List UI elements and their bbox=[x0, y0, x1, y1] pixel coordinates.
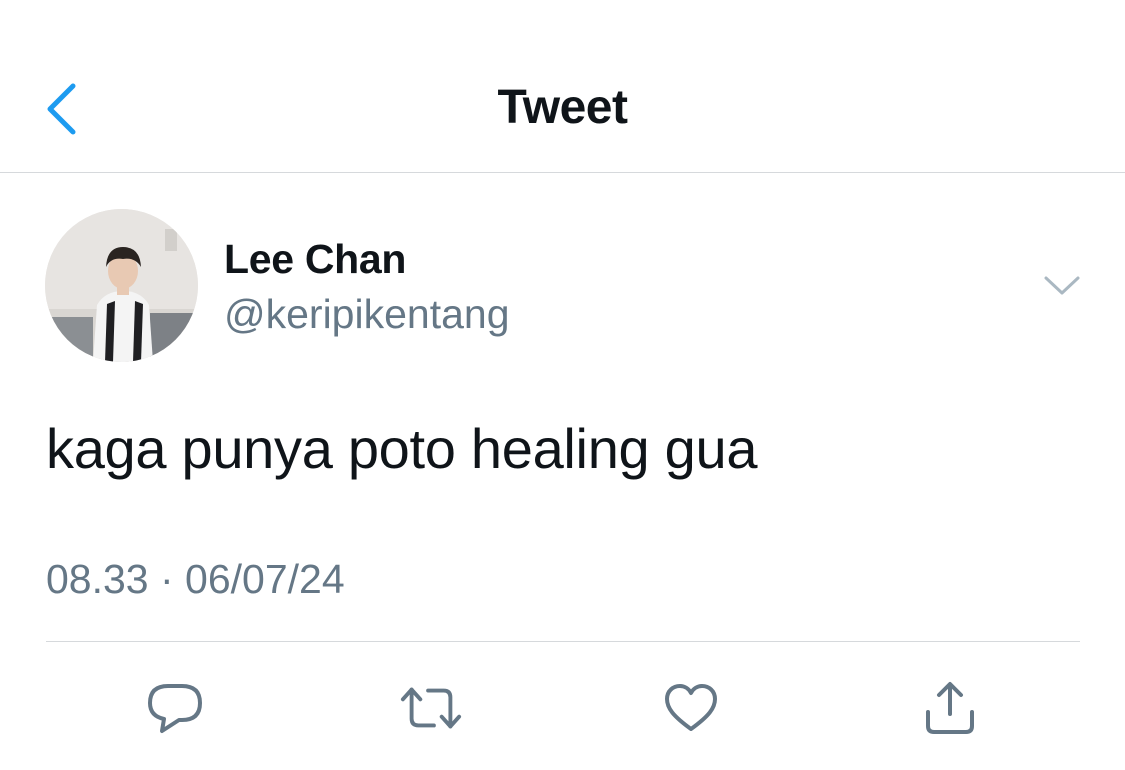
author-display-name[interactable]: Lee Chan bbox=[224, 236, 406, 283]
share-icon bbox=[926, 682, 974, 734]
header-bar: Tweet bbox=[0, 0, 1125, 173]
like-button[interactable] bbox=[659, 676, 723, 740]
retweet-icon bbox=[400, 687, 462, 729]
more-options-button[interactable] bbox=[1036, 264, 1088, 308]
share-button[interactable] bbox=[918, 676, 982, 740]
reply-button[interactable] bbox=[143, 676, 207, 740]
tweet-text: kaga punya poto healing gua bbox=[46, 417, 758, 480]
tweet-timestamp[interactable]: 08.33 · 06/07/24 bbox=[46, 556, 345, 603]
tweet-detail-screen: Tweet Lee Chan @keripikentang kaga punya… bbox=[0, 0, 1125, 770]
avatar-image bbox=[45, 209, 198, 362]
avatar[interactable] bbox=[45, 209, 198, 362]
page-title: Tweet bbox=[497, 81, 628, 134]
retweet-button[interactable] bbox=[399, 676, 463, 740]
divider bbox=[46, 641, 1080, 642]
reply-icon bbox=[148, 684, 202, 733]
chevron-down-icon bbox=[1044, 276, 1080, 295]
like-icon bbox=[665, 684, 717, 731]
author-handle[interactable]: @keripikentang bbox=[224, 291, 510, 338]
